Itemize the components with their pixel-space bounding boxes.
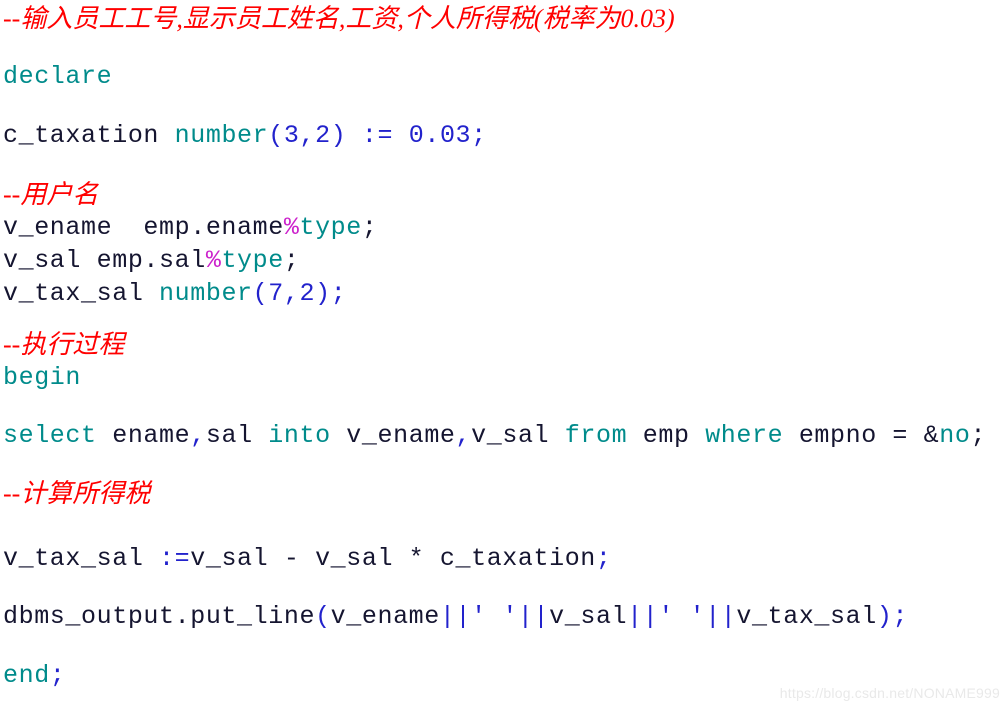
string-literal-space: ' ' [658, 602, 706, 631]
argument-v-ename: v_ename [330, 602, 440, 631]
keyword-begin: begin [3, 363, 82, 392]
table-emp: emp [627, 421, 706, 450]
code-line-comment-process: --执行过程 [3, 330, 124, 362]
semicolon: ; [330, 279, 347, 308]
semicolon: ; [361, 213, 378, 242]
where-condition: empno = [783, 421, 924, 450]
type-number: number [174, 121, 269, 150]
percent-operator: % [283, 213, 300, 242]
code-line-dbms-output: dbms_output.put_line(v_ename||' '||v_sal… [3, 602, 908, 632]
argument-v-sal: v_sal [549, 602, 628, 631]
expression: v_sal - v_sal * c_taxation [190, 544, 596, 573]
concat-operator: || [705, 602, 737, 631]
identifier-v-tax-sal: v_tax_sal [3, 544, 160, 573]
identifier-v-sal: v_sal emp.sal [3, 246, 206, 275]
keyword-declare: declare [3, 62, 113, 91]
string-literal-space: ' ' [471, 602, 518, 631]
argument-v-tax-sal: v_tax_sal [736, 602, 877, 631]
variable-v-ename: v_ename [330, 421, 456, 450]
code-line-comment-username: --用户名 [3, 180, 98, 212]
semicolon: ; [283, 246, 300, 275]
keyword-select: select [3, 421, 97, 450]
comma: , [283, 279, 300, 308]
comma: , [190, 421, 206, 450]
code-line-tax-assignment: v_tax_sal :=v_sal - v_sal * c_taxation; [3, 544, 612, 574]
semicolon: ; [49, 661, 66, 690]
column-ename: ename [96, 421, 191, 450]
code-snippet-canvas: --输入员工工号,显示员工姓名,工资,个人所得税(税率为0.03) declar… [0, 0, 1006, 705]
keyword-end: end [3, 661, 50, 690]
code-line-comment-calc-tax: --计算所得税 [3, 479, 150, 511]
keyword-type: type [299, 213, 362, 242]
paren-open: ( [315, 602, 331, 631]
semicolon: ; [970, 421, 987, 450]
identifier-v-ename: v_ename emp.ename [3, 213, 284, 242]
code-line-declare: declare [3, 62, 112, 92]
assign-operator: := [346, 121, 409, 150]
semicolon: ; [892, 602, 909, 631]
paren-close: ) [315, 279, 331, 308]
type-number: number [159, 279, 253, 308]
paren-close: ) [876, 602, 893, 631]
keyword-into: into [268, 421, 331, 450]
keyword-type: type [221, 246, 284, 275]
paren-close: ) [330, 121, 347, 150]
keyword-where: where [705, 421, 784, 450]
paren-open: ( [252, 279, 269, 308]
code-line-var-tax-sal: v_tax_sal number(7,2); [3, 279, 346, 309]
semicolon: ; [471, 121, 487, 150]
number-tax-rate: 0.03 [408, 121, 472, 150]
code-line-select-statement: select ename,sal into v_ename,v_sal from… [3, 421, 986, 451]
identifier-c-taxation: c_taxation [3, 121, 175, 150]
code-line-var-sal: v_sal emp.sal%type; [3, 246, 299, 276]
number-precision: 7 [268, 279, 284, 308]
comment-text: --输入员工工号,显示员工姓名,工资,个人所得税(税率为0.03) [3, 4, 675, 33]
number-scale: 2 [299, 279, 316, 308]
code-line-begin: begin [3, 363, 81, 393]
comma: , [299, 121, 316, 150]
identifier-v-tax-sal: v_tax_sal [3, 279, 160, 308]
semicolon: ; [595, 544, 612, 573]
assign-operator: := [159, 544, 191, 573]
watermark-url: https://blog.csdn.net/NONAME999 [779, 685, 1000, 701]
code-line-comment-header: --输入员工工号,显示员工姓名,工资,个人所得税(税率为0.03) [3, 4, 675, 36]
number-scale: 2 [315, 121, 331, 150]
ampersand-icon: & [923, 421, 940, 450]
comment-text: --执行过程 [3, 330, 125, 359]
keyword-from: from [564, 421, 628, 450]
variable-v-sal: v_sal [471, 421, 565, 450]
code-line-constant-declaration: c_taxation number(3,2) := 0.03; [3, 121, 487, 151]
paren-open: ( [268, 121, 284, 150]
procedure-put-line: dbms_output.put_line [3, 602, 316, 631]
code-line-end: end; [3, 661, 65, 691]
comment-text: --计算所得税 [3, 479, 151, 508]
code-line-var-ename: v_ename emp.ename%type; [3, 213, 378, 243]
comma: , [455, 421, 472, 450]
number-precision: 3 [283, 121, 300, 150]
concat-operator: || [517, 602, 550, 631]
bind-variable-no: no [939, 421, 971, 450]
column-sal: sal [205, 421, 269, 450]
concat-operator: || [627, 602, 659, 631]
comment-text: --用户名 [3, 180, 99, 209]
concat-operator: || [439, 602, 472, 631]
percent-operator: % [205, 246, 222, 275]
